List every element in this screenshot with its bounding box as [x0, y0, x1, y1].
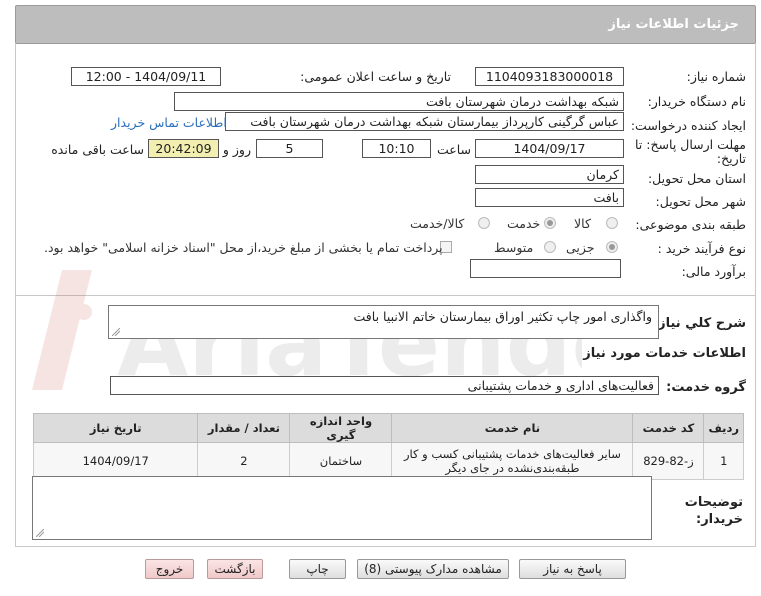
resize-grip-icon — [36, 529, 44, 537]
category-option-service: خدمت — [507, 216, 541, 231]
col-row: ردیف — [703, 413, 744, 443]
cell-date: 1404/09/17 — [32, 442, 199, 480]
summary-text: واگذاری امور چاپ تکثیر اوراق بیمارستان خ… — [353, 309, 652, 324]
services-table: ردیف کد خدمت نام خدمت واحد اندازه گیری ت… — [32, 413, 744, 480]
cell-qty: 2 — [197, 442, 291, 480]
process-label: نوع فرآیند خرید : — [657, 241, 746, 256]
province-field: کرمان — [475, 165, 624, 184]
resize-grip-icon — [112, 328, 120, 336]
buyer-org-field: شبکه بهداشت درمان شهرستان بافت — [174, 92, 624, 111]
page-title: جزئیات اطلاعات نیاز — [608, 17, 739, 32]
process-radio-medium[interactable] — [544, 241, 556, 253]
deadline-label-line1: مهلت ارسال پاسخ: تا — [635, 137, 746, 152]
deadline-time-field: 10:10 — [362, 139, 431, 158]
category-option-goods: کالا — [574, 216, 591, 231]
city-label: شهر محل تحویل: — [655, 194, 746, 209]
header-panel: جزئیات اطلاعات نیاز — [15, 5, 756, 44]
service-group-label: گروه خدمت: — [666, 380, 746, 395]
estimate-label: برآورد مالی: — [681, 264, 746, 279]
col-date: تاریخ نیاز — [32, 413, 199, 443]
cell-code: ز-82-829 — [632, 442, 705, 480]
table-header-row: ردیف کد خدمت نام خدمت واحد اندازه گیری ت… — [32, 413, 744, 443]
process-option-minor: جزیی — [566, 240, 595, 255]
buyer-org-label: نام دستگاه خریدار: — [647, 94, 746, 109]
summary-label: شرح کلي نياز: — [652, 316, 746, 331]
creator-field: عباس گرگینی کارپرداز بیمارستان شبکه بهدا… — [225, 112, 624, 131]
deadline-label-line2: تاریخ: — [716, 151, 746, 166]
service-group-field: فعالیت‌های اداری و خدمات پشتیبانی — [110, 376, 659, 395]
remaining-label: ساعت باقی مانده — [51, 142, 144, 157]
reply-button[interactable]: پاسخ به نیاز — [519, 559, 626, 579]
summary-textarea[interactable]: واگذاری امور چاپ تکثیر اوراق بیمارستان خ… — [108, 305, 659, 339]
col-unit: واحد اندازه گیری — [289, 413, 393, 443]
exit-button[interactable]: خروج — [145, 559, 194, 579]
city-field: بافت — [475, 188, 624, 207]
attachments-button[interactable]: مشاهده مدارک پیوستی (8) — [357, 559, 509, 579]
print-button[interactable]: چاپ — [289, 559, 346, 579]
category-radio-service[interactable] — [544, 217, 556, 229]
cell-name: سایر فعالیت‌های خدمات پشتیبانی کسب و کار… — [391, 442, 634, 480]
cell-row: 1 — [703, 442, 744, 480]
category-option-goods-service: کالا/خدمت — [410, 216, 465, 231]
announce-label: تاریخ و ساعت اعلان عمومی: — [300, 69, 451, 84]
cell-unit: ساختمان — [289, 442, 393, 480]
process-option-medium: متوسط — [494, 240, 534, 255]
treasury-note: پرداخت تمام یا بخشی از مبلغ خرید،از محل … — [44, 240, 443, 255]
deadline-time-label: ساعت — [436, 142, 471, 157]
creator-label: ایجاد کننده درخواست: — [630, 118, 746, 133]
announce-field: 1404/09/11 - 12:00 — [71, 67, 221, 86]
remaining-time-field: 20:42:09 — [148, 139, 219, 158]
days-label: روز و — [222, 142, 251, 157]
col-name: نام خدمت — [391, 413, 634, 443]
buyer-notes-label: توضیحات خریدار: — [684, 495, 743, 527]
buyer-contact-link[interactable]: اطلاعات تماس خریدار — [111, 115, 227, 130]
category-radio-goods-service[interactable] — [478, 217, 490, 229]
category-radio-goods[interactable] — [606, 217, 618, 229]
buyer-notes-textarea[interactable] — [32, 476, 652, 540]
table-row: 1 ز-82-829 سایر فعالیت‌های خدمات پشتیبان… — [32, 442, 744, 480]
estimate-field — [470, 259, 621, 278]
services-heading: اطلاعات خدمات مورد نياز — [583, 346, 746, 361]
remaining-days-field: 5 — [256, 139, 323, 158]
need-number-field: 1104093183000018 — [475, 67, 624, 86]
col-code: کد خدمت — [632, 413, 705, 443]
need-number-label: شماره نیاز: — [686, 69, 746, 84]
back-button[interactable]: بازگشت — [207, 559, 263, 579]
deadline-date-field: 1404/09/17 — [475, 139, 624, 158]
process-radio-minor[interactable] — [606, 241, 618, 253]
category-label: طبقه بندی موضوعی: — [635, 217, 746, 232]
col-qty: تعداد / مقدار — [197, 413, 291, 443]
province-label: استان محل تحویل: — [647, 171, 746, 186]
